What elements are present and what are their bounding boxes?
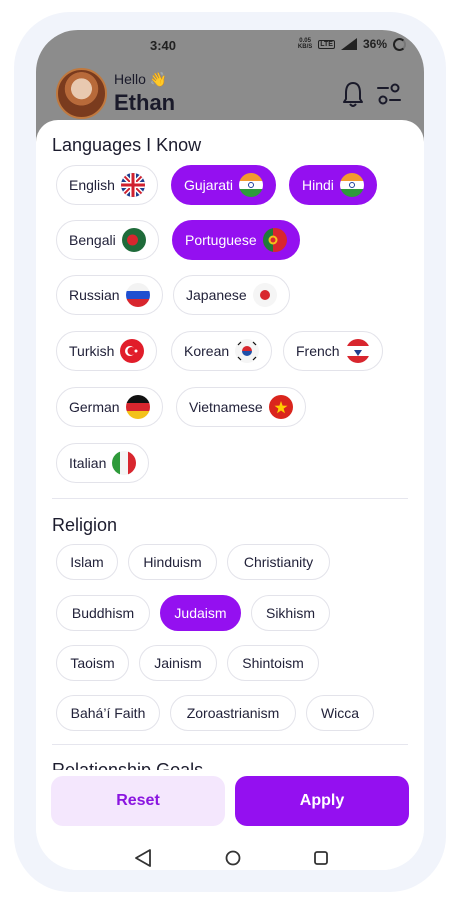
section-divider [52,498,408,499]
language-chip-turkish[interactable]: Turkish [56,331,158,371]
language-chip-korean[interactable]: Korean [171,331,273,371]
signal-icon [340,38,357,50]
france-flag-icon [345,339,370,363]
phone-screen: 3:40 0.05 KB/S LTE 36% Hello 👋 Ethan Lan… [36,30,424,870]
religion-chip-hinduism[interactable]: Hinduism [128,544,217,580]
japan-flag-icon [252,283,277,307]
language-chip-portuguese[interactable]: Portuguese [172,220,300,260]
india-flag-icon [239,173,264,197]
bell-icon[interactable] [341,80,365,108]
language-chip-vietnamese[interactable]: Vietnamese [176,387,306,427]
religion-chip-jainism[interactable]: Jainism [139,645,217,681]
network-speed: 0.05 KB/S [297,38,313,50]
language-chip-bengali[interactable]: Bengali [56,220,159,260]
language-chip-german[interactable]: German [56,387,163,427]
bangladesh-flag-icon [121,228,146,252]
avatar[interactable] [56,68,107,119]
religion-chip-buddhism[interactable]: Buddhism [56,595,150,631]
korea-flag-icon [235,339,260,363]
status-time: 3:40 [150,38,177,53]
filter-icon[interactable] [376,82,402,106]
portugal-flag-icon [262,228,287,252]
android-nav-bar [135,849,328,867]
religion-chip-islam[interactable]: Islam [56,544,118,580]
uk-flag-icon [120,173,145,197]
religion-chip-bahai-faith[interactable]: Bahá’í Faith [56,695,160,731]
greeting: Hello 👋 [114,71,168,87]
user-name: Ethan [114,90,176,115]
lte-icon: LTE [318,39,335,49]
recents-icon[interactable] [314,851,328,865]
russia-flag-icon [125,283,150,307]
germany-flag-icon [125,395,150,419]
home-icon[interactable] [225,850,241,866]
languages-title: Languages I Know [52,135,202,155]
religion-title: Religion [52,515,118,535]
battery-percent: 36% [362,37,387,51]
religion-chip-wicca[interactable]: Wicca [306,695,374,731]
turkey-flag-icon [120,339,145,363]
religion-chip-sikhism[interactable]: Sikhism [251,595,330,631]
next-section-title: Relationship Goals [52,760,204,770]
religion-chip-christianity[interactable]: Christianity [227,544,330,580]
language-chip-italian[interactable]: Italian [56,443,150,483]
religion-chip-shintoism[interactable]: Shintoism [227,645,319,681]
status-icons: 0.05 KB/S LTE 36% [298,37,406,51]
reset-button[interactable]: Reset [51,776,225,826]
religion-chip-taoism[interactable]: Taoism [56,645,129,681]
vietnam-flag-icon [268,395,293,419]
section-divider [52,744,408,745]
language-chip-french[interactable]: French [283,331,383,371]
language-chip-english[interactable]: English [56,165,158,205]
language-chip-russian[interactable]: Russian [56,275,163,315]
italy-flag-icon [112,451,137,475]
language-chip-hindi[interactable]: Hindi [289,165,377,205]
india-flag-icon [339,173,364,197]
language-chip-japanese[interactable]: Japanese [173,275,290,315]
battery-icon [393,37,406,51]
language-chip-gujarati[interactable]: Gujarati [171,165,277,205]
back-icon[interactable] [135,849,151,867]
religion-chip-judaism[interactable]: Judaism [160,595,241,631]
status-bar: 3:40 0.05 KB/S LTE 36% [36,30,424,60]
filter-sheet: Languages I Know English Gujarati Hindi … [36,120,424,870]
religion-chip-zoroastrianism[interactable]: Zoroastrianism [170,695,296,731]
apply-button[interactable]: Apply [235,776,409,826]
